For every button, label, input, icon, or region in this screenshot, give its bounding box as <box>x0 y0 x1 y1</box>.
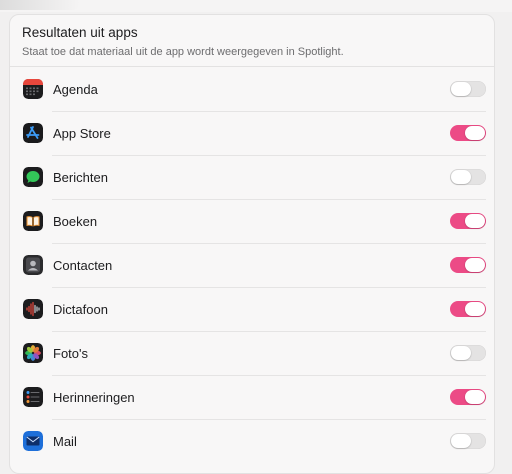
toggle-fotos[interactable] <box>450 345 486 361</box>
section-title: Resultaten uit apps <box>22 25 138 40</box>
spotlight-app-results-panel: Resultaten uit apps Staat toe dat materi… <box>9 14 495 474</box>
reminders-icon <box>23 387 43 407</box>
app-row-boeken: Boeken <box>10 199 494 243</box>
toggle-contacten[interactable] <box>450 257 486 273</box>
app-row-fotos: Foto's <box>10 331 494 375</box>
section-subtitle: Staat toe dat materiaal uit de app wordt… <box>22 46 344 58</box>
toggle-knob <box>465 258 485 272</box>
toggle-app-store[interactable] <box>450 125 486 141</box>
voice-memos-icon <box>23 299 43 319</box>
app-label-fotos: Foto's <box>53 345 88 361</box>
app-row-dictafoon: Dictafoon <box>10 287 494 331</box>
toggle-herinneringen[interactable] <box>450 389 486 405</box>
app-row-contacten: Contacten <box>10 243 494 287</box>
app-label-agenda: Agenda <box>53 81 98 97</box>
toggle-agenda[interactable] <box>450 81 486 97</box>
books-icon <box>23 211 43 231</box>
app-label-herinneringen: Herinneringen <box>53 389 135 405</box>
app-label-mail: Mail <box>53 433 77 449</box>
toggle-dictafoon[interactable] <box>450 301 486 317</box>
mail-icon <box>23 431 43 451</box>
app-label-app-store: App Store <box>53 125 111 141</box>
app-store-icon <box>23 123 43 143</box>
toggle-knob <box>465 302 485 316</box>
app-label-dictafoon: Dictafoon <box>53 301 108 317</box>
window-top-strip <box>0 0 512 12</box>
app-row-herinneringen: Herinneringen <box>10 375 494 419</box>
section-header: Resultaten uit apps Staat toe dat materi… <box>10 15 494 67</box>
app-row-berichten: Berichten <box>10 155 494 199</box>
app-row-agenda: Agenda <box>10 67 494 111</box>
toggle-knob <box>465 390 485 404</box>
toggle-berichten[interactable] <box>450 169 486 185</box>
toggle-knob <box>465 126 485 140</box>
toggle-knob <box>451 170 471 184</box>
toggle-knob <box>465 214 485 228</box>
toggle-knob <box>451 346 471 360</box>
messages-icon <box>23 167 43 187</box>
toggle-knob <box>451 82 471 96</box>
blurred-toolbar-edge <box>0 0 80 10</box>
toggle-boeken[interactable] <box>450 213 486 229</box>
toggle-mail[interactable] <box>450 433 486 449</box>
app-label-contacten: Contacten <box>53 257 113 273</box>
app-row-mail: Mail <box>10 419 494 463</box>
calendar-icon <box>23 79 43 99</box>
app-row-app-store: App Store <box>10 111 494 155</box>
contacts-icon <box>23 255 43 275</box>
app-label-boeken: Boeken <box>53 213 98 229</box>
app-label-berichten: Berichten <box>53 169 108 185</box>
photos-icon <box>23 343 43 363</box>
toggle-knob <box>451 434 471 448</box>
